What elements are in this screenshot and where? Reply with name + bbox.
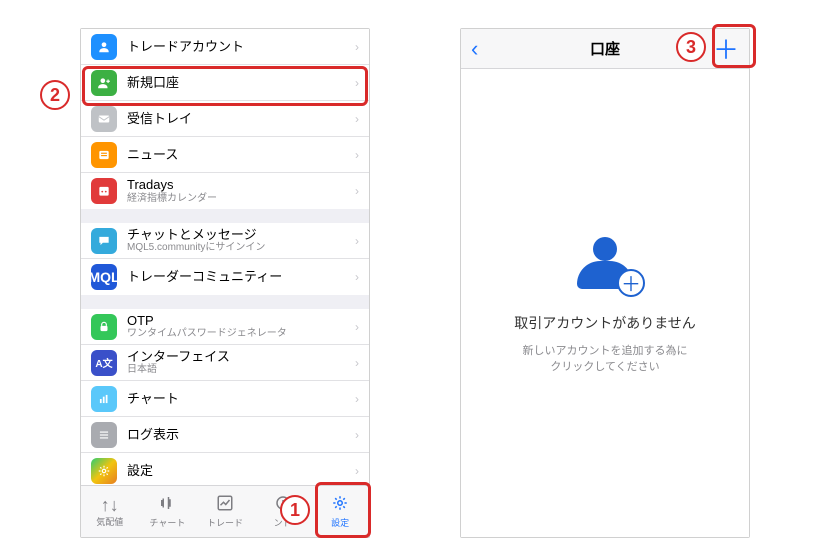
mail-icon	[91, 106, 117, 132]
label: ニュース	[127, 147, 349, 163]
phone-settings: トレードアカウント › 新規口座 › 受信トレイ › ニュース ›	[80, 28, 370, 538]
label: チャート	[127, 391, 349, 407]
chevron-right-icon: ›	[355, 320, 359, 334]
arrows-icon: ↑↓	[101, 496, 119, 514]
row-new-account[interactable]: 新規口座 ›	[81, 65, 369, 101]
row-inbox[interactable]: 受信トレイ ›	[81, 101, 369, 137]
person-plus-icon	[91, 70, 117, 96]
candles-icon	[158, 494, 176, 515]
label: トレーダーコミュニティー	[127, 269, 349, 285]
plus-circle-icon: ＋	[617, 269, 645, 297]
list-icon	[91, 422, 117, 448]
chevron-right-icon: ›	[355, 392, 359, 406]
row-chart[interactable]: チャート ›	[81, 381, 369, 417]
settings-list: トレードアカウント › 新規口座 › 受信トレイ › ニュース ›	[81, 29, 369, 485]
empty-state: ＋ 取引アカウントがありません 新しいアカウントを追加する為に クリックしてくだ…	[461, 69, 749, 537]
calendar-icon	[91, 178, 117, 204]
row-community[interactable]: MQL トレーダーコミュニティー ›	[81, 259, 369, 295]
chevron-right-icon: ›	[355, 148, 359, 162]
mql-icon: MQL	[91, 264, 117, 290]
tab-label: 設定	[331, 516, 349, 529]
row-tradays[interactable]: Tradays 経済指標カレンダー ›	[81, 173, 369, 209]
gear-icon	[331, 494, 349, 515]
row-interface[interactable]: A文 インターフェイス 日本語 ›	[81, 345, 369, 381]
tab-trade[interactable]: トレード	[196, 486, 254, 537]
chat-icon	[91, 228, 117, 254]
language-icon: A文	[91, 350, 117, 376]
label: チャットとメッセージ	[127, 227, 349, 243]
group-account: トレードアカウント › 新規口座 › 受信トレイ › ニュース ›	[81, 29, 369, 209]
avatar-plus-icon[interactable]: ＋	[569, 231, 641, 303]
lock-icon	[91, 314, 117, 340]
row-news[interactable]: ニュース ›	[81, 137, 369, 173]
group-misc: OTP ワンタイムパスワードジェネレータ › A文 インターフェイス 日本語 ›…	[81, 309, 369, 485]
row-settings[interactable]: 設定 ›	[81, 453, 369, 485]
row-trade-account[interactable]: トレードアカウント ›	[81, 29, 369, 65]
row-otp[interactable]: OTP ワンタイムパスワードジェネレータ ›	[81, 309, 369, 345]
label: OTP	[127, 313, 349, 329]
callout-2: 2	[40, 80, 70, 110]
tab-settings[interactable]: 設定	[311, 486, 369, 537]
empty-subtitle: 新しいアカウントを追加する為に クリックしてください	[523, 343, 688, 376]
phone-accounts: ‹ 口座 ＋ ＋ 取引アカウントがありません 新しいアカウントを追加する為に ク…	[460, 28, 750, 538]
row-chat[interactable]: チャットとメッセージ MQL5.communityにサインイン ›	[81, 223, 369, 259]
label: Tradays	[127, 177, 349, 193]
chevron-right-icon: ›	[355, 234, 359, 248]
news-icon	[91, 142, 117, 168]
callout-3: 3	[676, 32, 706, 62]
empty-title: 取引アカウントがありません	[514, 313, 696, 333]
label: 設定	[127, 463, 349, 479]
group-community: チャットとメッセージ MQL5.communityにサインイン › MQL トレ…	[81, 223, 369, 295]
label: インターフェイス	[127, 349, 349, 365]
chart-icon	[91, 386, 117, 412]
chevron-right-icon: ›	[355, 270, 359, 284]
tab-bar: ↑↓ 気配値 チャート トレード ンド 設定	[81, 485, 369, 537]
back-button[interactable]: ‹	[471, 36, 501, 62]
sublabel: 日本語	[127, 364, 349, 376]
trend-icon	[216, 494, 234, 515]
tab-quotes[interactable]: ↑↓ 気配値	[81, 486, 139, 537]
add-account-button[interactable]: ＋	[709, 30, 739, 67]
chevron-right-icon: ›	[355, 464, 359, 478]
row-log[interactable]: ログ表示 ›	[81, 417, 369, 453]
sublabel: ワンタイムパスワードジェネレータ	[127, 328, 349, 340]
callout-1: 1	[280, 495, 310, 525]
tab-label: トレード	[207, 516, 243, 529]
chevron-right-icon: ›	[355, 428, 359, 442]
chevron-right-icon: ›	[355, 112, 359, 126]
label: 受信トレイ	[127, 111, 349, 127]
chevron-right-icon: ›	[355, 356, 359, 370]
person-icon	[91, 34, 117, 60]
label: 新規口座	[127, 75, 349, 91]
tab-chart[interactable]: チャート	[139, 486, 197, 537]
sublabel: MQL5.communityにサインイン	[127, 242, 349, 254]
label: ログ表示	[127, 427, 349, 443]
tab-label: チャート	[149, 516, 185, 529]
sublabel: 経済指標カレンダー	[127, 193, 349, 205]
tab-label: 気配値	[96, 515, 123, 528]
chevron-right-icon: ›	[355, 76, 359, 90]
label: トレードアカウント	[127, 39, 349, 55]
chevron-right-icon: ›	[355, 40, 359, 54]
gear-icon	[91, 458, 117, 484]
chevron-right-icon: ›	[355, 184, 359, 198]
